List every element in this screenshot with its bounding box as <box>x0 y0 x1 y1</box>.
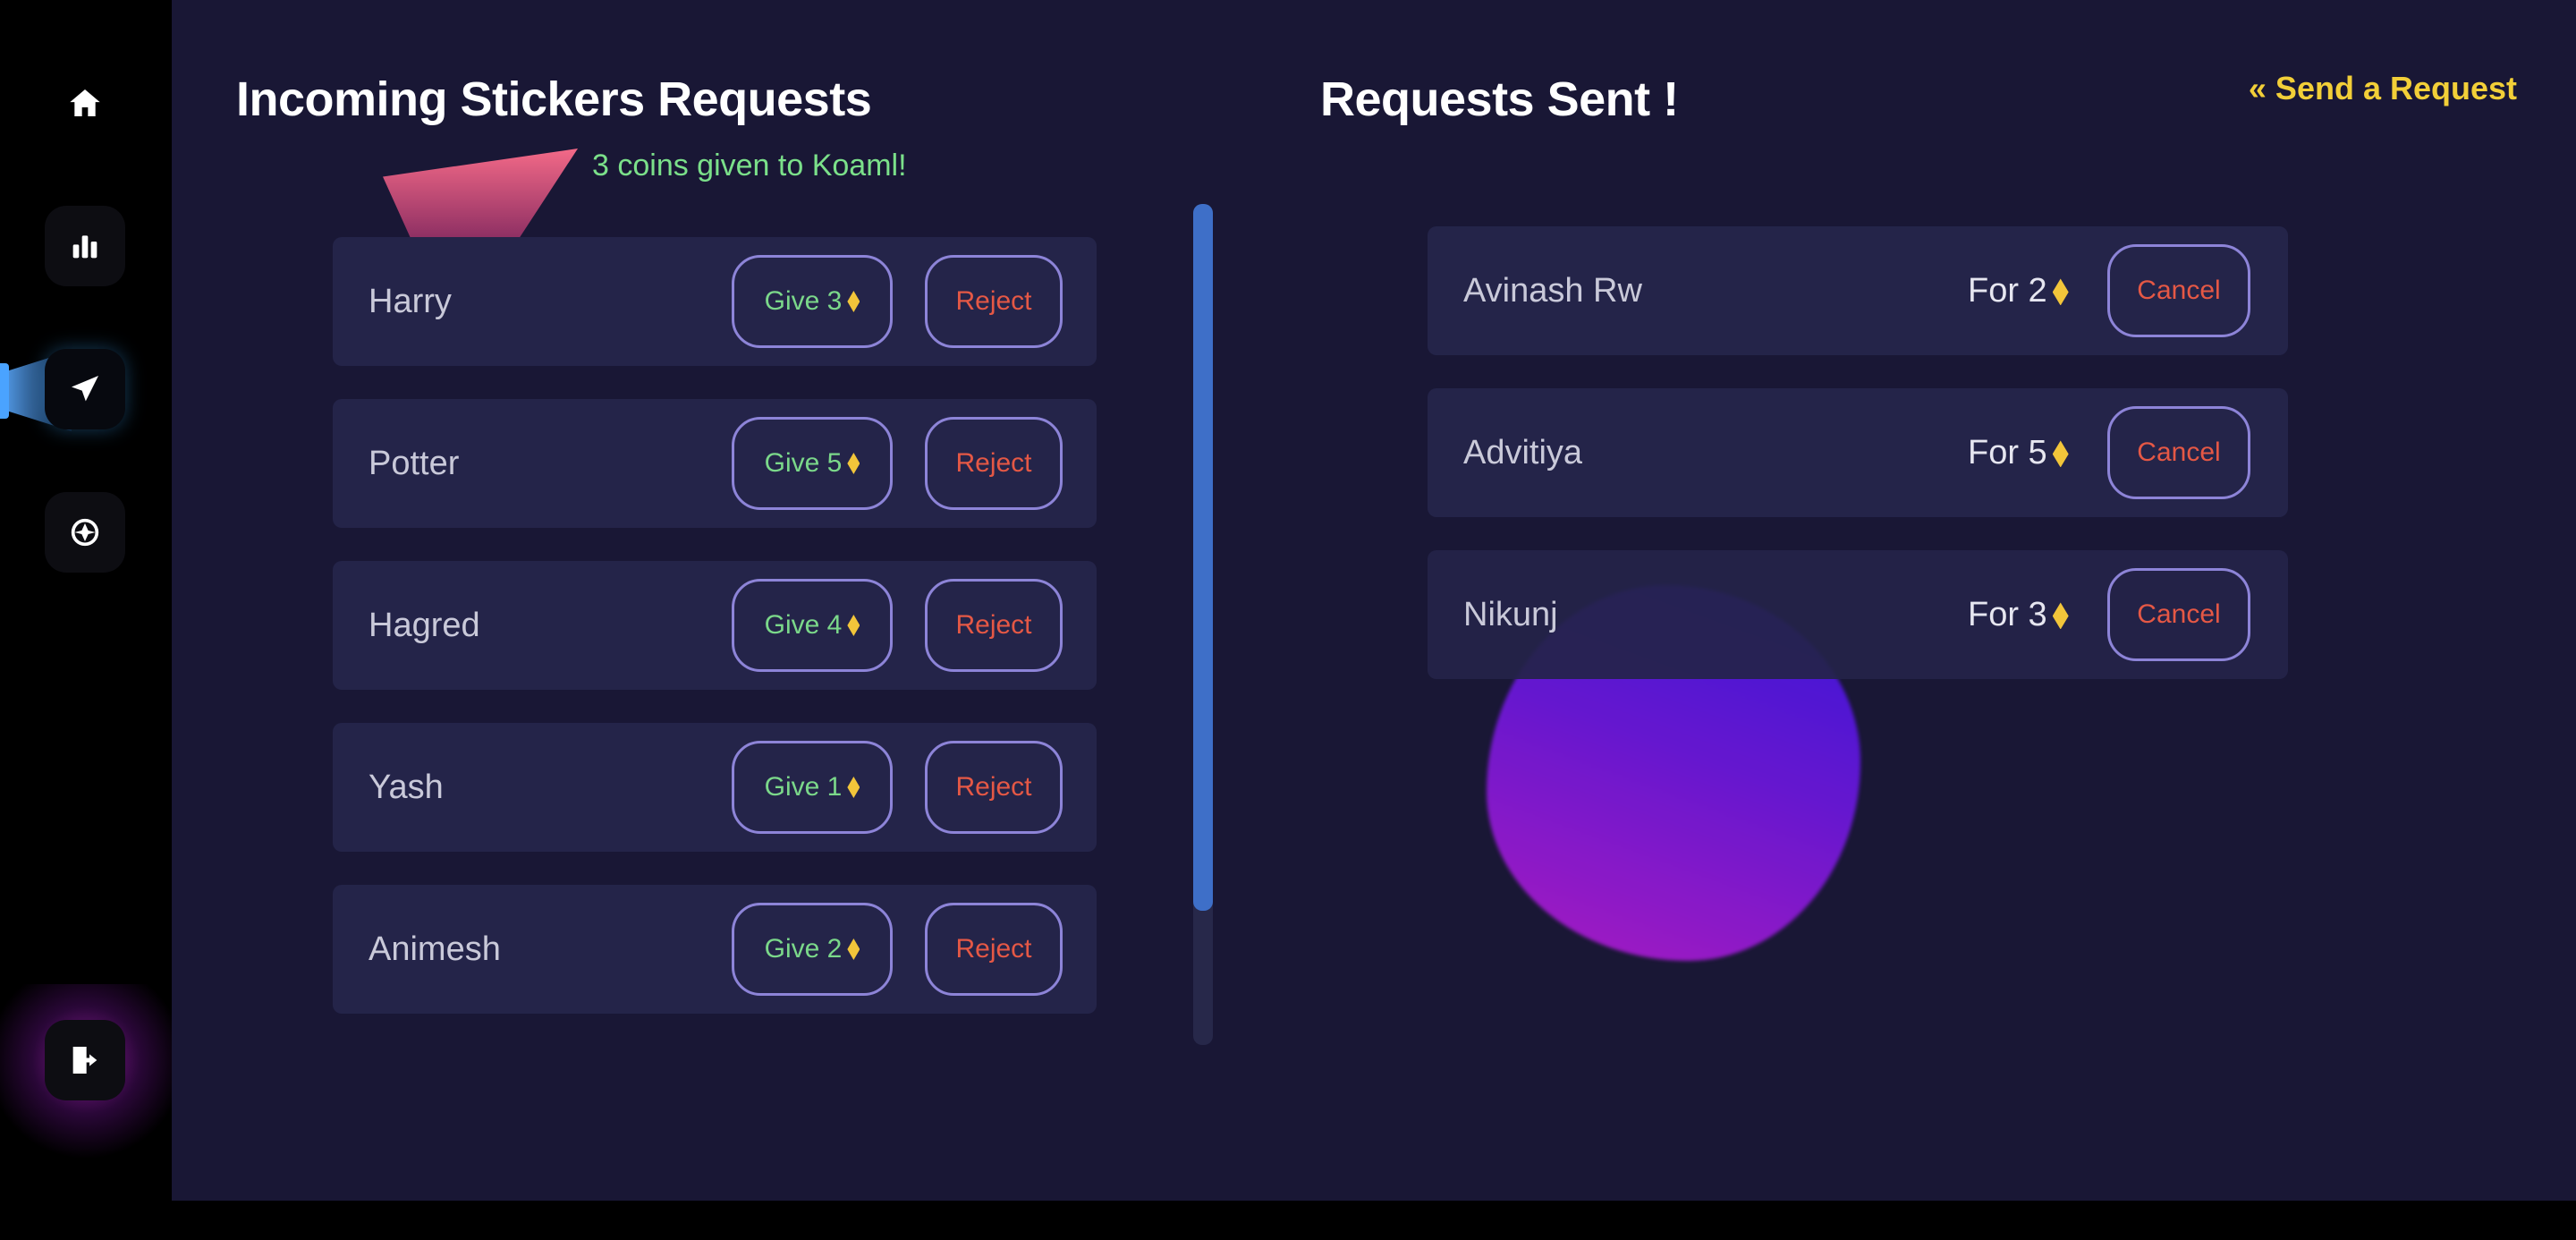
incoming-request-row: Animesh Give 2 Reject <box>333 885 1097 1014</box>
for-amount: For 2 <box>1968 272 2069 310</box>
sent-title: Requests Sent ! <box>1320 72 1679 126</box>
for-text: For 3 <box>1968 595 2047 633</box>
logout-icon <box>72 1047 97 1074</box>
incoming-request-row: Potter Give 5 Reject <box>333 399 1097 528</box>
requester-name: Potter <box>369 444 460 482</box>
for-amount: For 3 <box>1968 596 2069 634</box>
reject-button[interactable]: Reject <box>925 741 1063 834</box>
coin-icon <box>2052 440 2069 468</box>
nav-home[interactable] <box>45 63 125 143</box>
recipient-name: Avinash Rw <box>1463 271 1642 310</box>
active-indicator <box>0 363 9 419</box>
coin-icon <box>847 453 860 474</box>
coin-icon <box>2052 602 2069 630</box>
give-label: Give 3 <box>764 286 843 316</box>
incoming-title: Incoming Stickers Requests <box>236 72 872 126</box>
send-icon <box>72 376 98 402</box>
explore-icon <box>71 518 99 547</box>
nav-explore[interactable] <box>45 492 125 573</box>
scrollbar-thumb[interactable] <box>1193 204 1213 911</box>
give-label: Give 5 <box>764 448 843 478</box>
incoming-request-row: Yash Give 1 Reject <box>333 723 1097 852</box>
cancel-button[interactable]: Cancel <box>2107 406 2250 499</box>
cancel-button[interactable]: Cancel <box>2107 244 2250 337</box>
recipient-name: Advitiya <box>1463 433 1583 471</box>
give-label: Give 4 <box>764 610 843 640</box>
sent-request-row: Advitiya For 5 Cancel <box>1428 388 2288 517</box>
give-label: Give 2 <box>764 934 843 964</box>
requester-name: Harry <box>369 282 452 320</box>
coin-icon <box>847 938 860 960</box>
logout-button[interactable] <box>45 1020 125 1100</box>
toast-message: 3 coins given to Koaml! <box>592 149 907 183</box>
coin-icon <box>847 777 860 798</box>
home-icon <box>70 89 100 116</box>
reject-button[interactable]: Reject <box>925 903 1063 996</box>
send-request-link[interactable]: « Send a Request <box>2249 70 2517 107</box>
scrollbar-track[interactable] <box>1193 204 1213 1045</box>
requester-name: Yash <box>369 768 444 806</box>
bar-chart-icon <box>72 235 97 259</box>
coin-icon <box>847 291 860 312</box>
give-button[interactable]: Give 1 <box>732 741 893 834</box>
requester-name: Animesh <box>369 930 501 968</box>
for-amount: For 5 <box>1968 434 2069 472</box>
sent-request-row: Avinash Rw For 2 Cancel <box>1428 226 2288 355</box>
reject-button[interactable]: Reject <box>925 417 1063 510</box>
coin-icon <box>2052 278 2069 306</box>
incoming-request-row: Harry Give 3 Reject <box>333 237 1097 366</box>
sent-request-row: Nikunj For 3 Cancel <box>1428 550 2288 679</box>
give-button[interactable]: Give 4 <box>732 579 893 672</box>
give-button[interactable]: Give 3 <box>732 255 893 348</box>
reject-button[interactable]: Reject <box>925 579 1063 672</box>
bottom-bar <box>0 1201 2576 1240</box>
incoming-request-row: Hagred Give 4 Reject <box>333 561 1097 690</box>
nav-stats[interactable] <box>45 206 125 286</box>
requester-name: Hagred <box>369 606 480 644</box>
recipient-name: Nikunj <box>1463 595 1558 633</box>
reject-button[interactable]: Reject <box>925 255 1063 348</box>
sidebar <box>0 0 172 1201</box>
give-button[interactable]: Give 5 <box>732 417 893 510</box>
give-button[interactable]: Give 2 <box>732 903 893 996</box>
coin-icon <box>847 615 860 636</box>
main-panel: Incoming Stickers Requests 3 coins given… <box>172 0 2576 1201</box>
for-text: For 2 <box>1968 271 2047 310</box>
cancel-button[interactable]: Cancel <box>2107 568 2250 661</box>
for-text: For 5 <box>1968 433 2047 471</box>
give-label: Give 1 <box>764 772 843 802</box>
nav-requests[interactable] <box>45 349 125 429</box>
